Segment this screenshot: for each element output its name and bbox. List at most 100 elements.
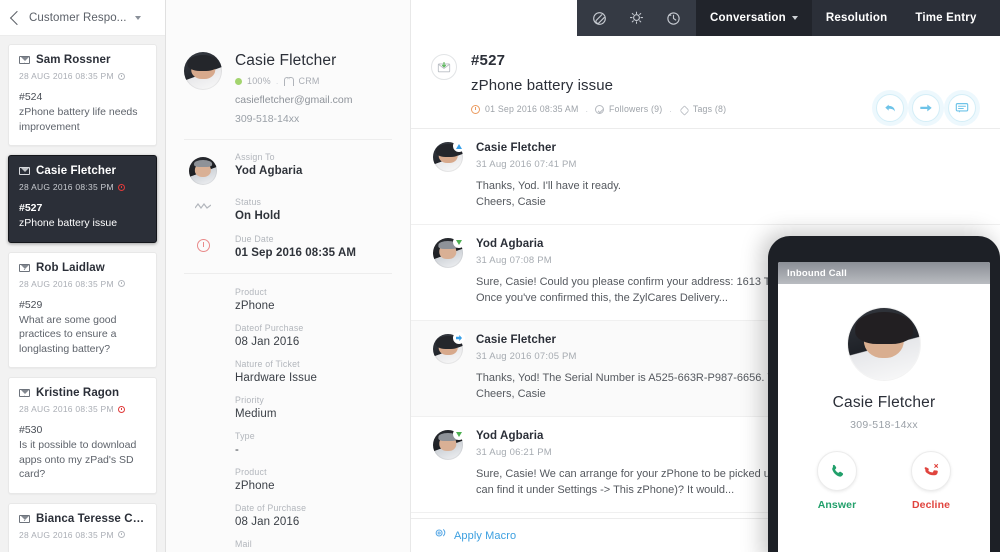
tab-label: Time Entry: [915, 12, 977, 24]
chevron-left-icon[interactable]: [9, 10, 25, 25]
chevron-down-icon[interactable]: [134, 15, 141, 20]
due-clock-icon: [471, 104, 480, 114]
ticket-action-buttons: [876, 94, 976, 122]
mail-icon: [19, 56, 30, 64]
contact-name: Casie Fletcher: [235, 52, 337, 69]
apply-macro-label[interactable]: Apply Macro: [454, 530, 516, 542]
direction-in-icon: [453, 236, 465, 248]
ticket-detail-panel: Casie Fletcher 100% . CRM casiefletcher@…: [166, 0, 411, 552]
decline-call-button[interactable]: Decline: [911, 451, 951, 511]
contact-email[interactable]: casiefletcher@gmail.com: [235, 94, 352, 106]
custom-field[interactable]: Priority Medium: [166, 384, 410, 420]
message-timestamp: 31 Aug 2016 07:41 PM: [476, 159, 577, 170]
message-avatar: [433, 428, 465, 460]
tab-label: Conversation: [710, 12, 786, 24]
ticket-tags[interactable]: Tags (8): [693, 104, 726, 114]
field-label: Product: [235, 467, 267, 477]
field-value: 08 Jan 2016: [235, 336, 300, 348]
ticket-list[interactable]: Sam Rossner 28 AUG 2016 08:35 PM #524 zPhon…: [0, 36, 165, 552]
nav-tool-icons: [577, 0, 696, 36]
idea-bulb-icon[interactable]: [618, 0, 655, 36]
tab-conversation[interactable]: Conversation: [696, 0, 812, 36]
mail-icon: [19, 514, 30, 523]
custom-field[interactable]: Date of Purchase 08 Jan 2016: [166, 492, 410, 528]
forward-icon[interactable]: [912, 94, 940, 122]
ticket-list-item[interactable]: Bianca Teresse Ca... 28 AUG 2016 08:35 PM…: [8, 502, 157, 552]
ticket-item-date-row: 28 AUG 2016 08:35 PM: [19, 182, 146, 192]
field-label: Product: [235, 287, 267, 297]
ticket-item-date-row: 28 AUG 2016 08:35 PM: [19, 71, 146, 81]
clock-icon-overdue: [117, 405, 125, 413]
phone-decline-icon[interactable]: [911, 451, 951, 491]
inbound-call-popup: Inbound Call Casie Fletcher 309-518-14xx…: [768, 236, 1000, 552]
field-label: Dateof Purchase: [235, 323, 304, 333]
ticket-followers[interactable]: Followers (9): [609, 104, 662, 114]
ticket-item-name: Sam Rossner: [36, 54, 111, 66]
ticket-list-item[interactable]: Kristine Ragon 28 AUG 2016 08:35 PM #530 Is…: [8, 377, 157, 494]
ticket-item-date: 28 AUG 2016 08:35 PM: [19, 278, 114, 289]
contact-avatar: [184, 52, 222, 90]
field-due-date[interactable]: Due Date 01 Sep 2016 08:35 AM: [166, 222, 410, 259]
ticket-list-item[interactable]: Casie Fletcher 28 AUG 2016 08:35 PM #527 zP…: [8, 155, 157, 243]
history-clock-icon[interactable]: [655, 0, 692, 36]
app-root: Customer Respo... Sam Rossner 28 AUG 2016…: [0, 0, 1000, 552]
caller-name: Casie Fletcher: [832, 394, 936, 411]
caller-number: 309-518-14xx: [850, 419, 918, 431]
field-status[interactable]: Status On Hold: [166, 185, 410, 222]
ticket-due-date: 01 Sep 2016 08:35 AM: [485, 104, 579, 114]
field-label: Nature of Ticket: [235, 359, 300, 369]
custom-field[interactable]: Product zPhone: [166, 274, 410, 312]
ticket-item-date-row: 28 AUG 2016 08:35 PM: [19, 404, 146, 414]
phone-answer-icon[interactable]: [817, 451, 857, 491]
ticket-item-header: Bianca Teresse Ca...: [19, 513, 146, 525]
field-value: zPhone: [235, 300, 275, 312]
tab-time-entry[interactable]: Time Entry: [901, 0, 990, 36]
ticket-item-subject: What are some good practices to ensure a…: [19, 313, 117, 355]
chevron-down-icon[interactable]: [791, 16, 798, 20]
attachment-icon[interactable]: [581, 0, 618, 36]
call-status-label: Inbound Call: [787, 267, 847, 279]
sidebar-header: Customer Respo...: [0, 0, 165, 36]
reply-icon[interactable]: [876, 94, 904, 122]
decline-label: Decline: [911, 499, 951, 511]
meta-separator: .: [669, 104, 672, 114]
custom-field[interactable]: Nature of Ticket Hardware Issue: [166, 348, 410, 384]
field-label: Date of Purchase: [235, 503, 307, 513]
answer-call-button[interactable]: Answer: [817, 451, 857, 511]
direction-out-icon: [453, 140, 465, 152]
ticket-list-item[interactable]: Rob Laidlaw 28 AUG 2016 08:35 PM #529 What …: [8, 251, 157, 368]
ticket-item-id: #524: [19, 91, 43, 103]
clock-icon-overdue: [117, 183, 125, 191]
ticket-list-item[interactable]: Sam Rossner 28 AUG 2016 08:35 PM #524 zPhon…: [8, 44, 157, 146]
ticket-item-header: Kristine Ragon: [19, 387, 146, 399]
contact-phone[interactable]: 309-518-14xx: [235, 113, 352, 125]
field-assign-to[interactable]: Assign To Yod Agbaria: [166, 140, 410, 185]
ticket-item-subject: zPhone battery life needs improvement: [19, 106, 138, 133]
sidebar-view-title[interactable]: Customer Respo...: [29, 12, 127, 24]
direction-fwd-icon: [453, 332, 465, 344]
ticket-item-header: Sam Rossner: [19, 54, 146, 66]
custom-field[interactable]: Product zPhone: [166, 456, 410, 492]
custom-fields-list: Product zPhone Dateof Purchase 08 Jan 2016 N…: [166, 274, 410, 552]
message-line: Thanks, Yod. I'll have it ready.: [476, 180, 621, 192]
custom-field[interactable]: Type -: [166, 420, 410, 456]
contact-source: CRM: [298, 76, 320, 86]
custom-field[interactable]: Dateof Purchase 08 Jan 2016: [166, 312, 410, 348]
ticket-item-date: 28 AUG 2016 08:35 PM: [19, 529, 114, 540]
field-label: Due Date: [235, 234, 274, 244]
tab-attachment[interactable]: Attachment: [991, 0, 1000, 36]
ticket-number: #527: [471, 52, 506, 69]
field-label: Status: [235, 197, 262, 207]
top-navigation-bar: Conversation Resolution Time Entry Attachme…: [577, 0, 1000, 36]
tab-resolution[interactable]: Resolution: [812, 0, 901, 36]
mail-icon: [19, 389, 30, 397]
custom-field[interactable]: Mailcasiefletcher@gmail.com: [166, 528, 410, 552]
assignee-avatar: [184, 152, 222, 185]
nav-tabs[interactable]: Conversation Resolution Time Entry Attachme…: [696, 0, 1000, 36]
field-value: 08 Jan 2016: [235, 516, 300, 528]
field-value: zPhone: [235, 480, 275, 492]
ticket-item-subject: Is it possible to download apps onto my …: [19, 439, 137, 480]
ticket-item-date: 28 AUG 2016 08:35 PM: [19, 404, 114, 414]
conversation-message[interactable]: Casie Fletcher 31 Aug 2016 07:41 PM Thanks…: [411, 129, 1000, 225]
comment-icon[interactable]: [948, 94, 976, 122]
